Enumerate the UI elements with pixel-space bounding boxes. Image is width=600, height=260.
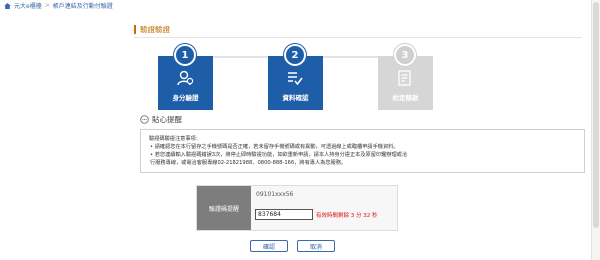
home-icon[interactable] (4, 2, 11, 9)
section-header: 驗證驗證 (134, 24, 582, 38)
contract-icon (398, 70, 411, 86)
title-accent-bar (134, 25, 136, 34)
verification-panel: 驗證碼提醒 09101xxx56 有效時間剩餘 3 分 32 秒 (196, 185, 398, 231)
checklist-icon (288, 72, 303, 86)
verification-label: 驗證碼提醒 (197, 186, 251, 230)
notice-panel: 貼心提醒 驗證碼驗證注意事項： • 請確認您在本行留存之手機號碼是否正確，若未留… (140, 114, 585, 173)
confirm-button[interactable]: 確認 (250, 240, 288, 252)
step-identity: 1 身分驗證 (158, 44, 213, 110)
title-divider (134, 37, 582, 38)
countdown-timer: 有效時間剩餘 3 分 32 秒 (316, 213, 378, 219)
verification-code-input[interactable] (255, 209, 313, 220)
cancel-button[interactable]: 取消 (297, 240, 335, 252)
notice-title: 貼心提醒 (152, 115, 182, 124)
notice-item: 行服務專線，或電洽客服專線02-21821988、0800-888-166，將有… (150, 160, 347, 166)
step-label: 身分驗證 (172, 94, 199, 102)
section-title: 驗證驗證 (140, 25, 170, 34)
notice-item: • 若您連續輸入驗證碼錯誤3次，將停止即時驗證功能，如欲重新申請，請本人持身分證… (150, 152, 408, 158)
masked-phone: 09101xxx56 (256, 191, 294, 198)
action-buttons: 確認 取消 (250, 240, 335, 252)
identity-icon (177, 70, 194, 86)
breadcrumb-separator: > (44, 2, 50, 9)
step-number: 2 (284, 44, 306, 66)
step-number: 3 (394, 44, 416, 66)
scrollbar-thumb[interactable] (593, 2, 599, 228)
breadcrumb: 元大e櫃檯 > 帳戶連結及行動付驗證 (4, 1, 113, 10)
progress-steps: 1 身分驗證 2 資料確認 3 約定條款 (158, 44, 458, 112)
notice-content: 驗證碼驗證注意事項： • 請確認您在本行留存之手機號碼是否正確，若未留存手機號碼… (140, 129, 585, 173)
step-label: 約定條款 (392, 94, 419, 102)
speech-bubble-icon (140, 115, 149, 124)
notice-heading: 驗證碼驗證注意事項： (149, 136, 201, 142)
breadcrumb-current[interactable]: 帳戶連結及行動付驗證 (53, 1, 113, 10)
breadcrumb-home[interactable]: 元大e櫃檯 (14, 1, 42, 10)
vertical-scrollbar[interactable] (591, 0, 600, 260)
step-data-confirm: 2 資料確認 (268, 44, 323, 110)
step-label: 資料確認 (282, 94, 309, 102)
notice-item: • 請確認您在本行留存之手機號碼是否正確，若未留存手機號碼或有異動，可透過線上或… (150, 144, 399, 150)
step-number: 1 (174, 44, 196, 66)
step-terms: 3 約定條款 (378, 44, 433, 110)
